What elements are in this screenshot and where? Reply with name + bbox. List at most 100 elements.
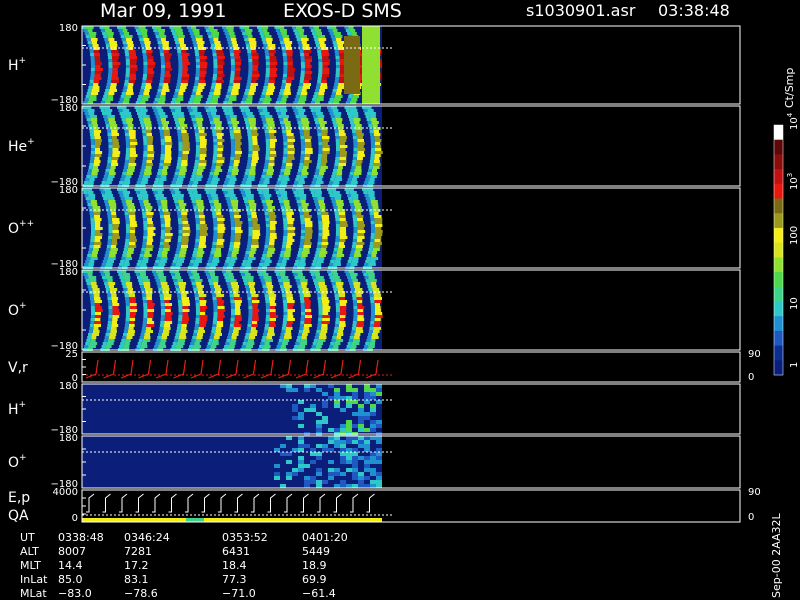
heat-cell <box>93 163 100 166</box>
heat-cell <box>147 230 154 233</box>
heat-cell <box>170 273 175 276</box>
heat-cell <box>123 276 131 279</box>
heat-cell <box>160 239 165 242</box>
heat-cell <box>267 124 275 127</box>
panel-label-sup: + <box>19 400 27 410</box>
heat-cell <box>229 50 234 53</box>
heat-cell <box>163 160 171 163</box>
heat-cell <box>130 148 136 151</box>
heat-cell <box>322 71 330 74</box>
heat-cell <box>246 194 254 197</box>
heat-cell <box>300 157 305 160</box>
heat-cell <box>208 197 213 200</box>
heat-cell <box>266 148 270 151</box>
heat-cell <box>195 53 200 56</box>
heat-cell <box>104 191 112 194</box>
heat-cell <box>112 142 119 145</box>
heat-cell <box>298 448 304 452</box>
heat-cell <box>161 145 165 148</box>
heat-cell <box>156 200 161 203</box>
heat-cell <box>94 236 102 239</box>
heat-cell <box>300 71 305 74</box>
time-axis-value: 0353:52 <box>222 531 268 544</box>
heat-cell <box>229 294 234 297</box>
heat-cell <box>145 83 151 86</box>
heat-cell <box>332 203 337 206</box>
time-axis-value: 14.4 <box>58 559 83 572</box>
heat-cell <box>179 124 188 127</box>
heat-cell <box>252 233 261 236</box>
heat-cell <box>328 468 334 472</box>
heat-cell <box>310 452 316 456</box>
heat-cell <box>312 112 316 115</box>
heat-cell <box>244 118 249 121</box>
heat-cell <box>269 315 278 318</box>
heat-cell <box>213 148 218 151</box>
heat-cell <box>217 224 225 227</box>
heat-cell <box>332 254 337 257</box>
heat-cell <box>358 440 364 444</box>
heat-cell <box>374 306 381 309</box>
heat-cell <box>246 248 251 251</box>
heat-cell <box>280 333 285 336</box>
heat-cell <box>158 345 167 348</box>
heat-cell <box>213 200 219 203</box>
heat-cell <box>226 339 231 342</box>
heat-cell <box>105 169 110 172</box>
heat-cell <box>350 169 355 172</box>
heat-cell <box>172 276 176 279</box>
heat-cell <box>364 484 370 488</box>
heat-cell <box>317 115 325 118</box>
heat-cell <box>146 80 153 83</box>
heat-cell <box>193 181 199 184</box>
heat-cell <box>356 294 362 297</box>
heat-cell <box>348 257 353 260</box>
time-axis-row-name: ALT <box>20 545 39 558</box>
heat-cell <box>164 62 171 65</box>
heat-cell <box>90 315 95 318</box>
heat-cell <box>109 203 117 206</box>
heat-cell <box>321 130 328 133</box>
heat-cell <box>107 257 116 260</box>
heat-cell <box>160 77 165 80</box>
heat-cell <box>283 233 288 236</box>
colorbar-segment <box>774 301 783 317</box>
heat-cell <box>91 230 95 233</box>
heat-cell <box>286 50 293 53</box>
heat-cell <box>212 321 217 324</box>
heat-cell <box>112 303 120 306</box>
heat-cell <box>281 327 286 330</box>
heat-cell <box>251 130 258 133</box>
heat-cell <box>335 157 340 160</box>
heat-cell <box>200 312 206 315</box>
heat-cell <box>265 92 273 95</box>
heat-cell <box>195 215 199 218</box>
heat-cell <box>340 472 346 476</box>
heat-cell <box>283 68 288 71</box>
heat-cell <box>206 181 211 184</box>
heat-cell <box>198 212 204 215</box>
heat-cell <box>129 136 136 139</box>
heat-cell <box>315 288 320 291</box>
heat-cell <box>367 273 375 276</box>
heat-cell <box>112 312 121 315</box>
y-tick-bottom: 0 <box>72 513 78 524</box>
heat-cell <box>252 318 259 321</box>
heat-cell <box>228 263 235 266</box>
heat-cell <box>192 254 197 257</box>
heat-cell <box>128 163 137 166</box>
heat-cell <box>155 279 160 282</box>
heat-cell <box>178 118 185 121</box>
heat-cell <box>345 109 350 112</box>
heat-cell <box>350 181 358 184</box>
time-axis-value: 77.3 <box>222 573 247 586</box>
heat-cell <box>226 257 231 260</box>
heat-cell <box>346 400 352 404</box>
heat-cell <box>216 297 222 300</box>
heat-cell <box>357 142 365 145</box>
heat-cell <box>103 257 108 260</box>
heat-cell <box>269 157 275 160</box>
heat-cell <box>251 215 257 218</box>
heat-cell <box>268 50 277 53</box>
heat-cell <box>264 160 269 163</box>
